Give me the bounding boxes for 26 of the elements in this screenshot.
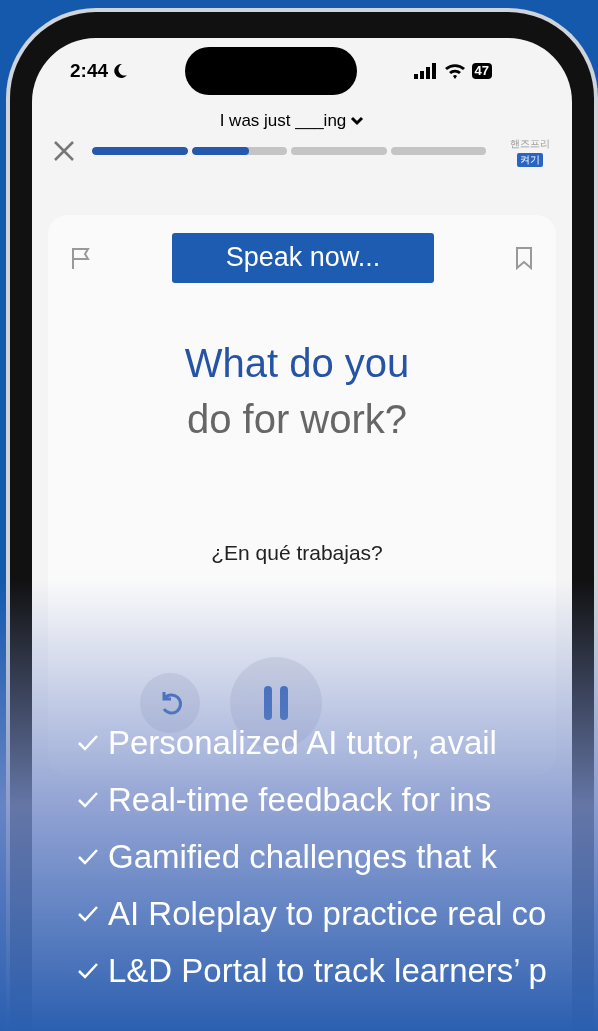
speak-now-button[interactable]: Speak now... bbox=[172, 232, 434, 283]
close-icon[interactable] bbox=[52, 139, 76, 163]
status-time: 2:44 bbox=[70, 58, 109, 83]
translation-text: ¿En qué trabajas? bbox=[211, 539, 383, 566]
feature-text: AI Roleplay to practice real co bbox=[108, 896, 547, 932]
question-text: What do you bbox=[184, 339, 410, 387]
feature-text: Real-time feedback for ins bbox=[108, 782, 492, 818]
check-icon bbox=[76, 904, 100, 924]
question-text: do for work? bbox=[186, 395, 408, 443]
signal-icon bbox=[413, 63, 438, 79]
prompt-title[interactable]: I was just ___ing bbox=[219, 108, 347, 134]
handsfree-label: 핸즈프리 bbox=[510, 136, 550, 151]
flag-icon[interactable] bbox=[70, 245, 92, 270]
wifi-icon bbox=[443, 63, 466, 79]
check-icon bbox=[76, 733, 100, 753]
check-icon bbox=[76, 790, 100, 810]
check-icon bbox=[76, 847, 100, 867]
moon-icon bbox=[112, 63, 129, 79]
bookmark-icon[interactable] bbox=[514, 245, 534, 270]
feature-text: L&D Portal to track learners’ p bbox=[108, 953, 547, 989]
feature-text: Gamified challenges that k bbox=[108, 839, 497, 875]
battery-level: 47 bbox=[471, 63, 492, 79]
feature-text: Personalized AI tutor, avail bbox=[108, 725, 497, 761]
chevron-down-icon[interactable] bbox=[350, 115, 365, 126]
check-icon bbox=[76, 961, 100, 981]
handsfree-toggle[interactable]: 켜기 bbox=[517, 152, 543, 167]
